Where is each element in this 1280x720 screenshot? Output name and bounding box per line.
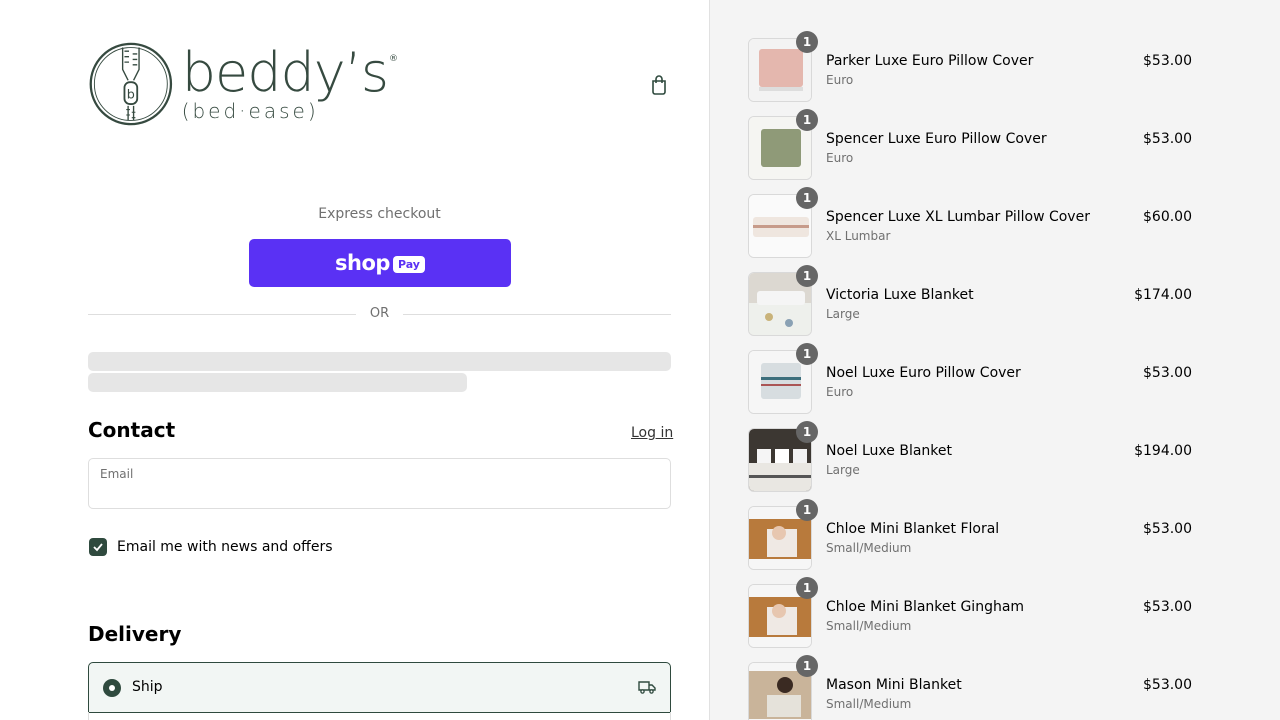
product-price: $53.00 (1143, 677, 1192, 693)
quantity-badge: 1 (796, 499, 818, 521)
quantity-badge: 1 (796, 187, 818, 209)
cart-item: 1 Noel Luxe Blanket Large $194.00 (748, 421, 1192, 492)
product-variant: Small/Medium (826, 697, 912, 711)
cart-item: 1 Chloe Mini Blanket Gingham Small/Medium $… (748, 577, 1192, 648)
logo-registered: ® (389, 54, 398, 64)
newsletter-checkbox[interactable] (89, 538, 107, 556)
cart-item: 1 Parker Luxe Euro Pillow Cover Euro $53.00 (748, 31, 1192, 102)
product-variant: XL Lumbar (826, 229, 891, 243)
cart-item: 1 Mason Mini Blanket Small/Medium $53.00 (748, 655, 1192, 720)
zipper-logo-icon: b (89, 42, 173, 126)
product-variant: Large (826, 307, 860, 321)
product-variant: Large (826, 463, 860, 477)
logo-word: beddy’s (181, 41, 389, 104)
product-price: $53.00 (1143, 365, 1192, 381)
product-price: $174.00 (1134, 287, 1192, 303)
product-variant: Euro (826, 385, 854, 399)
product-name: Spencer Luxe XL Lumbar Pillow Cover (826, 209, 1090, 225)
cart-item: 1 Chloe Mini Blanket Floral Small/Medium $5… (748, 499, 1192, 570)
or-divider: OR (88, 305, 671, 325)
delivery-title: Delivery (88, 622, 182, 646)
beddys-logo[interactable]: b beddy’s ® (bed·ease) (88, 38, 398, 130)
quantity-badge: 1 (796, 577, 818, 599)
product-variant: Small/Medium (826, 541, 912, 555)
divider-line-right (403, 314, 671, 315)
login-link[interactable]: Log in (631, 425, 673, 441)
ship-label: Ship (132, 679, 163, 695)
product-price: $53.00 (1143, 599, 1192, 615)
cart-item: 1 Spencer Luxe XL Lumbar Pillow Cover XL L… (748, 187, 1192, 258)
quantity-badge: 1 (796, 265, 818, 287)
quantity-badge: 1 (796, 31, 818, 53)
express-checkout-label: Express checkout (318, 206, 441, 222)
product-variant: Euro (826, 151, 854, 165)
product-price: $53.00 (1143, 521, 1192, 537)
quantity-badge: 1 (796, 109, 818, 131)
shop-pay-button[interactable]: shop Pay (249, 239, 511, 287)
newsletter-label: Email me with news and offers (117, 539, 333, 555)
email-input[interactable] (100, 483, 660, 505)
pickup-option-edge (88, 712, 671, 720)
quantity-badge: 1 (796, 343, 818, 365)
product-name: Parker Luxe Euro Pillow Cover (826, 53, 1034, 69)
product-price: $60.00 (1143, 209, 1192, 225)
product-variant: Small/Medium (826, 619, 912, 633)
product-price: $53.00 (1143, 53, 1192, 69)
svg-text:b: b (127, 88, 135, 103)
cart-item: 1 Noel Luxe Euro Pillow Cover Euro $53.00 (748, 343, 1192, 414)
cart-item: 1 Spencer Luxe Euro Pillow Cover Euro $53.0… (748, 109, 1192, 180)
email-field[interactable]: Email (88, 458, 671, 509)
logo-wordmark: beddy’s ® (bed·ease) (181, 41, 398, 123)
loading-skeleton (88, 352, 671, 371)
quantity-badge: 1 (796, 421, 818, 443)
product-name: Victoria Luxe Blanket (826, 287, 974, 303)
truck-icon (638, 681, 656, 694)
checkmark-icon (93, 543, 103, 552)
product-price: $53.00 (1143, 131, 1192, 147)
product-name: Chloe Mini Blanket Floral (826, 521, 1000, 537)
checkout-main: b beddy’s ® (bed·ease) Express checkout … (0, 0, 710, 720)
cart-item: 1 Victoria Luxe Blanket Large $174.00 (748, 265, 1192, 336)
loading-skeleton (88, 373, 467, 392)
shop-pay-badge: Pay (392, 255, 425, 273)
product-name: Noel Luxe Euro Pillow Cover (826, 365, 1021, 381)
product-name: Noel Luxe Blanket (826, 443, 952, 459)
product-name: Chloe Mini Blanket Gingham (826, 599, 1025, 615)
contact-title: Contact (88, 418, 176, 442)
shopping-bag-icon[interactable] (648, 74, 670, 96)
product-variant: Euro (826, 73, 854, 87)
ship-option[interactable]: Ship (88, 662, 671, 713)
shop-pay-wordmark: shop (335, 251, 390, 275)
email-label: Email (100, 467, 134, 481)
quantity-badge: 1 (796, 655, 818, 677)
ship-radio[interactable] (103, 679, 121, 697)
product-name: Mason Mini Blanket (826, 677, 962, 693)
product-price: $194.00 (1134, 443, 1192, 459)
product-name: Spencer Luxe Euro Pillow Cover (826, 131, 1047, 147)
